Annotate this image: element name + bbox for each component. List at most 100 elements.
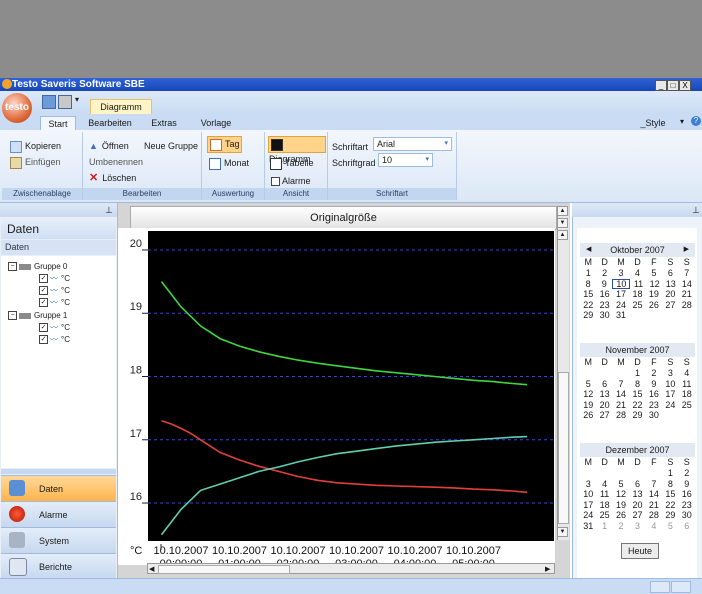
calendar-day[interactable]: 25: [679, 400, 695, 411]
help-icon[interactable]: ?: [691, 116, 701, 126]
calendar-day[interactable]: 28: [613, 410, 629, 421]
today-button[interactable]: Heute: [621, 543, 659, 559]
minimize-button[interactable]: _: [655, 80, 667, 91]
calendar-day[interactable]: 5: [613, 479, 629, 490]
calendar-day[interactable]: 19: [646, 289, 662, 300]
calendar-day[interactable]: 25: [629, 300, 645, 311]
next-month-icon[interactable]: ▶: [684, 243, 689, 257]
day-button[interactable]: Tag: [207, 136, 242, 153]
calendar-day[interactable]: 24: [580, 510, 596, 521]
calendar-day[interactable]: 15: [580, 289, 596, 300]
calendar-day[interactable]: 14: [679, 279, 695, 290]
new-group-button[interactable]: Neue Gruppe: [144, 140, 198, 152]
paste-button[interactable]: Einfügen: [10, 156, 61, 169]
calendar-day[interactable]: 7: [679, 268, 695, 279]
scroll-thumb[interactable]: [158, 565, 290, 574]
application-orb-button[interactable]: testo: [2, 93, 32, 123]
calendar-day[interactable]: 29: [662, 510, 678, 521]
calendar-day[interactable]: 3: [629, 521, 645, 532]
calendar-day[interactable]: 2: [596, 268, 612, 279]
calendar-day[interactable]: 22: [580, 300, 596, 311]
close-button[interactable]: X: [679, 80, 691, 91]
alarms-checkbox[interactable]: Alarme: [271, 175, 311, 187]
tree-channel[interactable]: ✓ 〰 °C: [39, 286, 70, 296]
calendar-day[interactable]: 26: [580, 410, 596, 421]
calendar-day[interactable]: 17: [580, 500, 596, 511]
checked-checkbox-icon[interactable]: ✓: [39, 323, 48, 333]
calendar-day[interactable]: 29: [629, 410, 645, 421]
calendar-day[interactable]: 16: [646, 389, 662, 400]
calendar-day[interactable]: 4: [679, 368, 695, 379]
calendar-day[interactable]: 2: [646, 368, 662, 379]
nav-alarme[interactable]: Alarme: [1, 501, 116, 527]
calendar-day[interactable]: 26: [646, 300, 662, 311]
calendar-day[interactable]: 22: [662, 500, 678, 511]
calendar-day[interactable]: 25: [596, 510, 612, 521]
calendar-day[interactable]: 6: [662, 268, 678, 279]
tree-channel[interactable]: ✓ 〰 °C: [39, 323, 70, 333]
calendar-day[interactable]: 20: [629, 500, 645, 511]
calendar-day[interactable]: 11: [630, 279, 646, 290]
calendar-day[interactable]: 15: [629, 389, 645, 400]
calendar-day[interactable]: 22: [629, 400, 645, 411]
calendar-day[interactable]: 21: [613, 400, 629, 411]
calendar-day[interactable]: 14: [646, 489, 662, 500]
calendar-day[interactable]: 28: [679, 300, 695, 311]
calendar-day[interactable]: 20: [596, 400, 612, 411]
diagram-view-button[interactable]: Diagramm: [268, 136, 326, 164]
calendar-day[interactable]: 10: [580, 489, 596, 500]
active-document-tab[interactable]: Diagramm: [90, 99, 152, 115]
calendar-day[interactable]: 18: [629, 289, 645, 300]
calendar-day[interactable]: 4: [629, 268, 645, 279]
scroll-up-button[interactable]: ▲: [557, 230, 568, 240]
calendar-day[interactable]: 3: [613, 268, 629, 279]
qat-dropdown-icon[interactable]: ▾: [75, 95, 79, 104]
nav-daten[interactable]: Daten: [1, 475, 116, 501]
pin-icon[interactable]: ⊥: [692, 203, 700, 217]
calendar-day[interactable]: 11: [679, 379, 695, 390]
scroll-down-button[interactable]: ▼: [557, 527, 568, 537]
tab-start[interactable]: Start: [40, 116, 76, 131]
scroll-right-icon[interactable]: ▶: [545, 565, 550, 573]
calendar-day[interactable]: 4: [596, 479, 612, 490]
calendar-day[interactable]: 16: [596, 289, 612, 300]
tab-bearbeiten[interactable]: Bearbeiten: [86, 116, 134, 130]
calendar-day[interactable]: 1: [596, 521, 612, 532]
previous-month-icon[interactable]: ◀: [586, 243, 591, 257]
calendar-day[interactable]: 11: [596, 489, 612, 500]
calendar-day[interactable]: 1: [662, 468, 678, 479]
calendar-day[interactable]: 31: [613, 310, 629, 321]
calendar-day[interactable]: 23: [679, 500, 695, 511]
calendar-day[interactable]: 18: [679, 389, 695, 400]
calendar-day[interactable]: 1: [629, 368, 645, 379]
calendar-day[interactable]: 13: [596, 389, 612, 400]
tree-group-0[interactable]: − Gruppe 0: [8, 262, 67, 272]
font-size-select[interactable]: 10 ▾: [378, 153, 433, 167]
calendar-day[interactable]: 30: [646, 410, 662, 421]
calendar-day[interactable]: 6: [679, 521, 695, 532]
scroll-thumb[interactable]: [558, 372, 569, 524]
calendar-day[interactable]: 13: [629, 489, 645, 500]
calendar-day[interactable]: 27: [596, 410, 612, 421]
tree-channel[interactable]: ✓ 〰 °C: [39, 274, 70, 284]
calendar-day[interactable]: 31: [580, 521, 596, 532]
calendar-day[interactable]: 19: [613, 500, 629, 511]
calendar-day[interactable]: 18: [596, 500, 612, 511]
splitter[interactable]: [1, 469, 116, 474]
tab-vorlage[interactable]: Vorlage: [196, 116, 236, 130]
calendar-day[interactable]: 8: [580, 279, 596, 290]
calendar-day[interactable]: 3: [662, 368, 678, 379]
font-family-select[interactable]: Arial ▾: [373, 137, 452, 151]
calendar-day[interactable]: 19: [580, 400, 596, 411]
calendar-day[interactable]: 28: [646, 510, 662, 521]
print-icon[interactable]: [58, 95, 72, 109]
calendar-day[interactable]: 27: [629, 510, 645, 521]
collapse-icon[interactable]: −: [8, 262, 17, 272]
maximize-button[interactable]: □: [667, 80, 679, 91]
calendar-day[interactable]: 17: [662, 389, 678, 400]
rename-button[interactable]: Umbenennen: [89, 156, 143, 168]
calendar-day[interactable]: 4: [646, 521, 662, 532]
calendar-day[interactable]: 21: [679, 289, 695, 300]
scroll-down-button[interactable]: ▼: [557, 218, 568, 228]
scroll-left-icon[interactable]: ◀: [149, 565, 154, 573]
